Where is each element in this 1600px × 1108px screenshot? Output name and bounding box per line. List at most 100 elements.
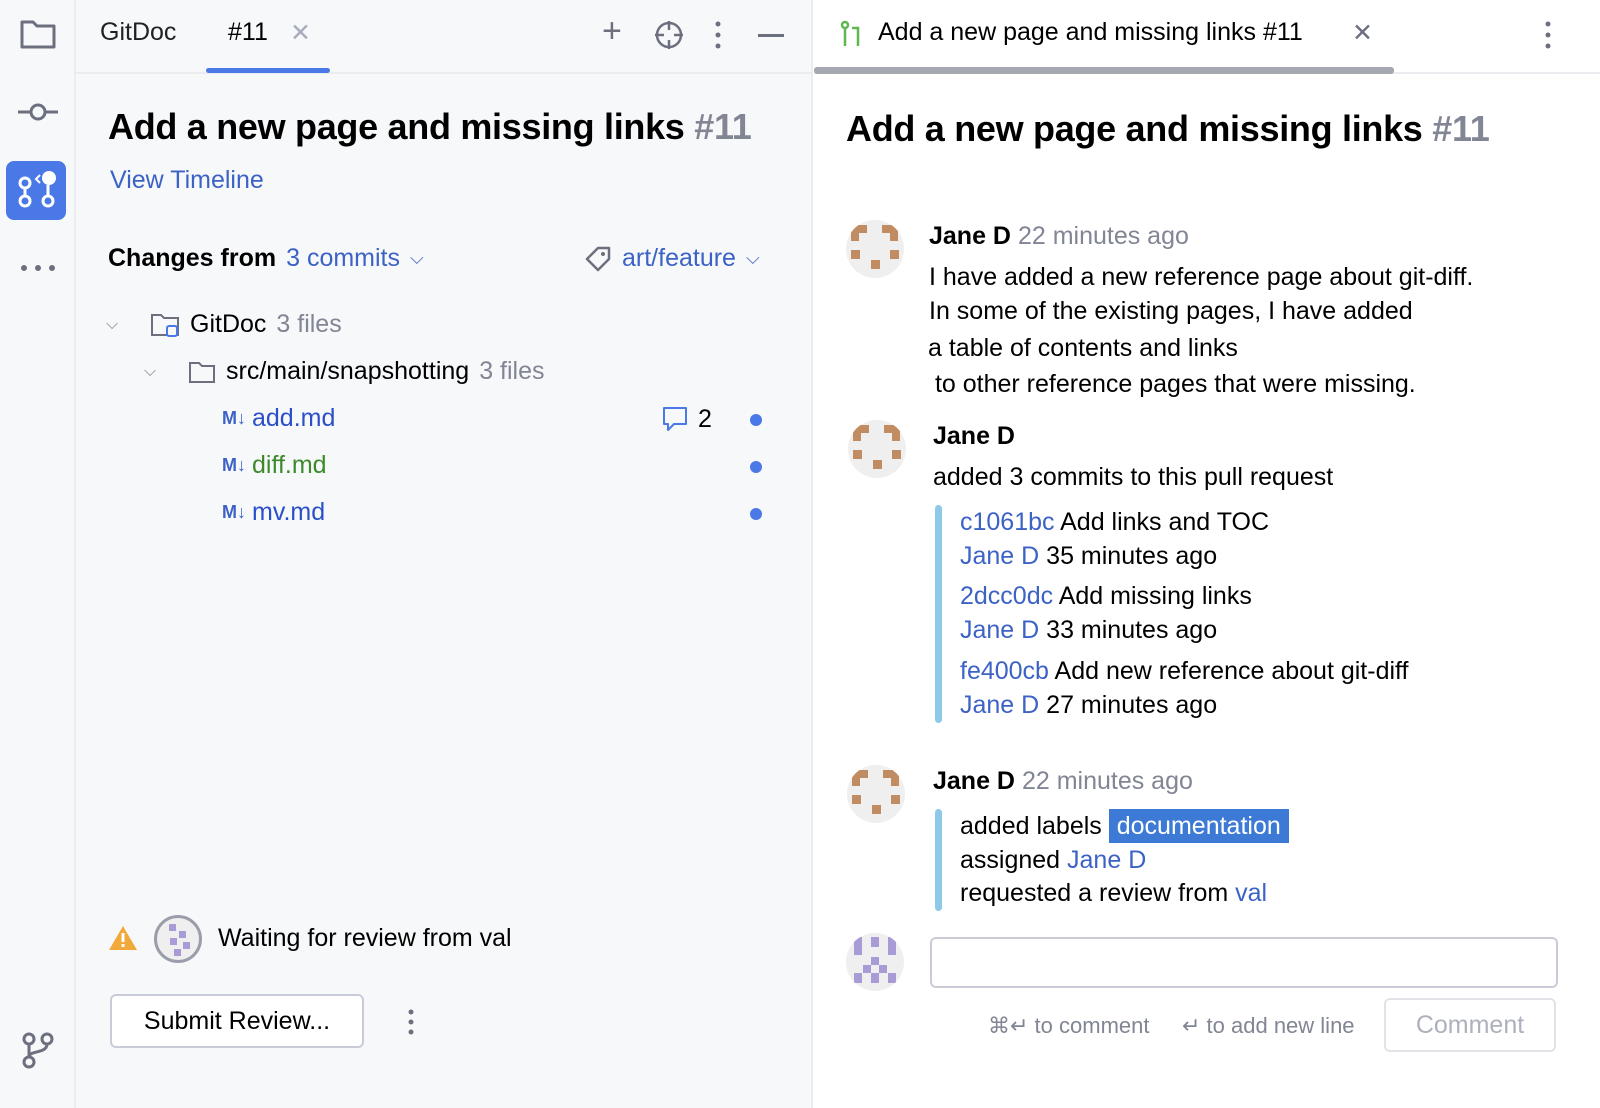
submit-hint: ⌘↵ to comment [988,1009,1149,1043]
branch-dropdown[interactable]: art/feature [622,244,736,273]
commit-author[interactable]: Jane D [960,542,1039,570]
close-icon[interactable]: ✕ [290,18,311,48]
chevron-down-icon[interactable]: ⌵ [410,248,424,269]
commit-message: Add missing links [1059,582,1252,610]
pr-number: #11 [694,106,751,147]
file-name: add.md [252,404,335,433]
tree-folder-count: 3 files [479,357,544,386]
commit-hash[interactable]: fe400cb [960,657,1049,685]
file-row[interactable]: M↓ mv.md [222,498,325,527]
folder-icon [188,360,216,384]
event-text: added 3 commits to this pull request [933,460,1333,494]
branches-icon[interactable] [0,1030,76,1070]
event-author[interactable]: Jane D [933,767,1015,795]
submit-review-button[interactable]: Submit Review... [110,994,364,1048]
commit-time: 27 minutes ago [1046,691,1217,719]
comment-icon[interactable] [662,406,688,432]
chevron-down-icon[interactable]: ⌵ [746,248,760,269]
locate-icon[interactable] [654,20,684,50]
title-text: Add a new page and missing links [108,106,685,147]
changes-from-label: Changes from [108,244,276,273]
comment-line: a table of contents and links [928,331,1238,365]
comment-input[interactable] [930,937,1558,988]
commit-time: 35 minutes ago [1046,542,1217,570]
chevron-down-icon[interactable]: ⌵ [144,363,178,381]
pull-request-details-panel: GitDoc #11 ✕ + Add a new page and missin… [76,0,813,1108]
commit-icon[interactable] [0,92,76,132]
commit-author[interactable]: Jane D [960,691,1039,719]
markdown-icon: M↓ [222,502,246,523]
page-title: Add a new page and missing links #11 [846,108,1489,150]
markdown-icon: M↓ [222,408,246,429]
folder-icon[interactable] [0,14,76,54]
close-icon[interactable]: ✕ [1352,18,1373,48]
minimize-icon[interactable] [758,34,784,37]
commit-author[interactable]: Jane D [960,616,1039,644]
comment-line: In some of the existing pages, I have ad… [929,294,1413,328]
file-row[interactable]: M↓ diff.md [222,451,327,480]
commit-time: 33 minutes ago [1046,616,1217,644]
warning-icon [108,924,138,952]
review-status: Waiting for review from val [218,924,512,953]
commit-message: Add links and TOC [1060,508,1269,536]
module-folder-icon [150,312,180,338]
more-icon[interactable] [0,256,76,280]
tab-scrollbar[interactable] [814,67,1394,74]
reviewer-link[interactable]: val [1235,879,1267,907]
label-badge[interactable]: documentation [1109,809,1289,843]
newline-hint: ↵ to add new line [1182,1009,1355,1043]
add-icon[interactable]: + [602,12,622,51]
tab-pr-timeline[interactable]: Add a new page and missing links #11 [878,18,1303,47]
comment-button[interactable]: Comment [1384,998,1556,1052]
file-row[interactable]: M↓ add.md [222,404,335,433]
author-avatar [848,420,906,478]
comment-line: I have added a new reference page about … [929,260,1473,294]
comment-author[interactable]: Jane D [929,222,1011,250]
author-avatar [847,765,905,823]
pr-number: #11 [1432,108,1489,149]
file-name: diff.md [252,451,327,480]
tab-pr-11[interactable]: #11 [228,18,268,47]
current-user-avatar [846,933,904,991]
tree-folder[interactable]: ⌵ src/main/snapshotting 3 files [144,357,545,386]
markdown-icon: M↓ [222,455,246,476]
active-tab-indicator [206,68,330,73]
commit-hash[interactable]: 2dcc0dc [960,582,1053,610]
modified-dot [750,414,762,426]
pull-requests-icon[interactable] [6,161,66,220]
event-author[interactable]: Jane D [933,422,1015,450]
tool-strip [0,0,76,1108]
tree-folder-name: src/main/snapshotting [226,357,469,386]
event-bar [935,809,942,911]
modified-dot [750,508,762,520]
event-bar [935,505,942,723]
options-icon[interactable] [714,20,722,50]
assignee-link[interactable]: Jane D [1067,846,1146,874]
view-timeline-link[interactable]: View Timeline [110,166,264,195]
commit-message: Add new reference about git-diff [1055,657,1409,685]
tab-bar: GitDoc #11 ✕ + [76,0,811,74]
more-options-icon[interactable] [407,1008,415,1036]
pull-request-icon [840,20,864,48]
comment-time: 22 minutes ago [1018,222,1189,250]
tag-icon [584,245,612,273]
title-text: Add a new page and missing links [846,108,1423,149]
chevron-down-icon[interactable]: ⌵ [106,316,140,334]
event-time: 22 minutes ago [1022,767,1193,795]
options-icon[interactable] [1544,20,1552,50]
commits-dropdown[interactable]: 3 commits [286,244,400,273]
tab-gitdoc[interactable]: GitDoc [100,18,176,47]
timeline-panel: Add a new page and missing links #11 ✕ A… [814,0,1600,1108]
page-title: Add a new page and missing links #11 [108,106,751,148]
tree-root[interactable]: ⌵ GitDoc 3 files [106,310,342,339]
author-avatar [846,220,904,278]
editor-tab-bar: Add a new page and missing links #11 ✕ [814,0,1600,74]
modified-dot [750,461,762,473]
reviewer-avatar [154,915,202,963]
commit-hash[interactable]: c1061bc [960,508,1055,536]
comment-line: to other reference pages that were missi… [928,367,1416,401]
event-text: requested a review from [960,879,1228,907]
tree-root-name: GitDoc [190,310,266,339]
file-name: mv.md [252,498,325,527]
comment-count: 2 [698,405,712,434]
